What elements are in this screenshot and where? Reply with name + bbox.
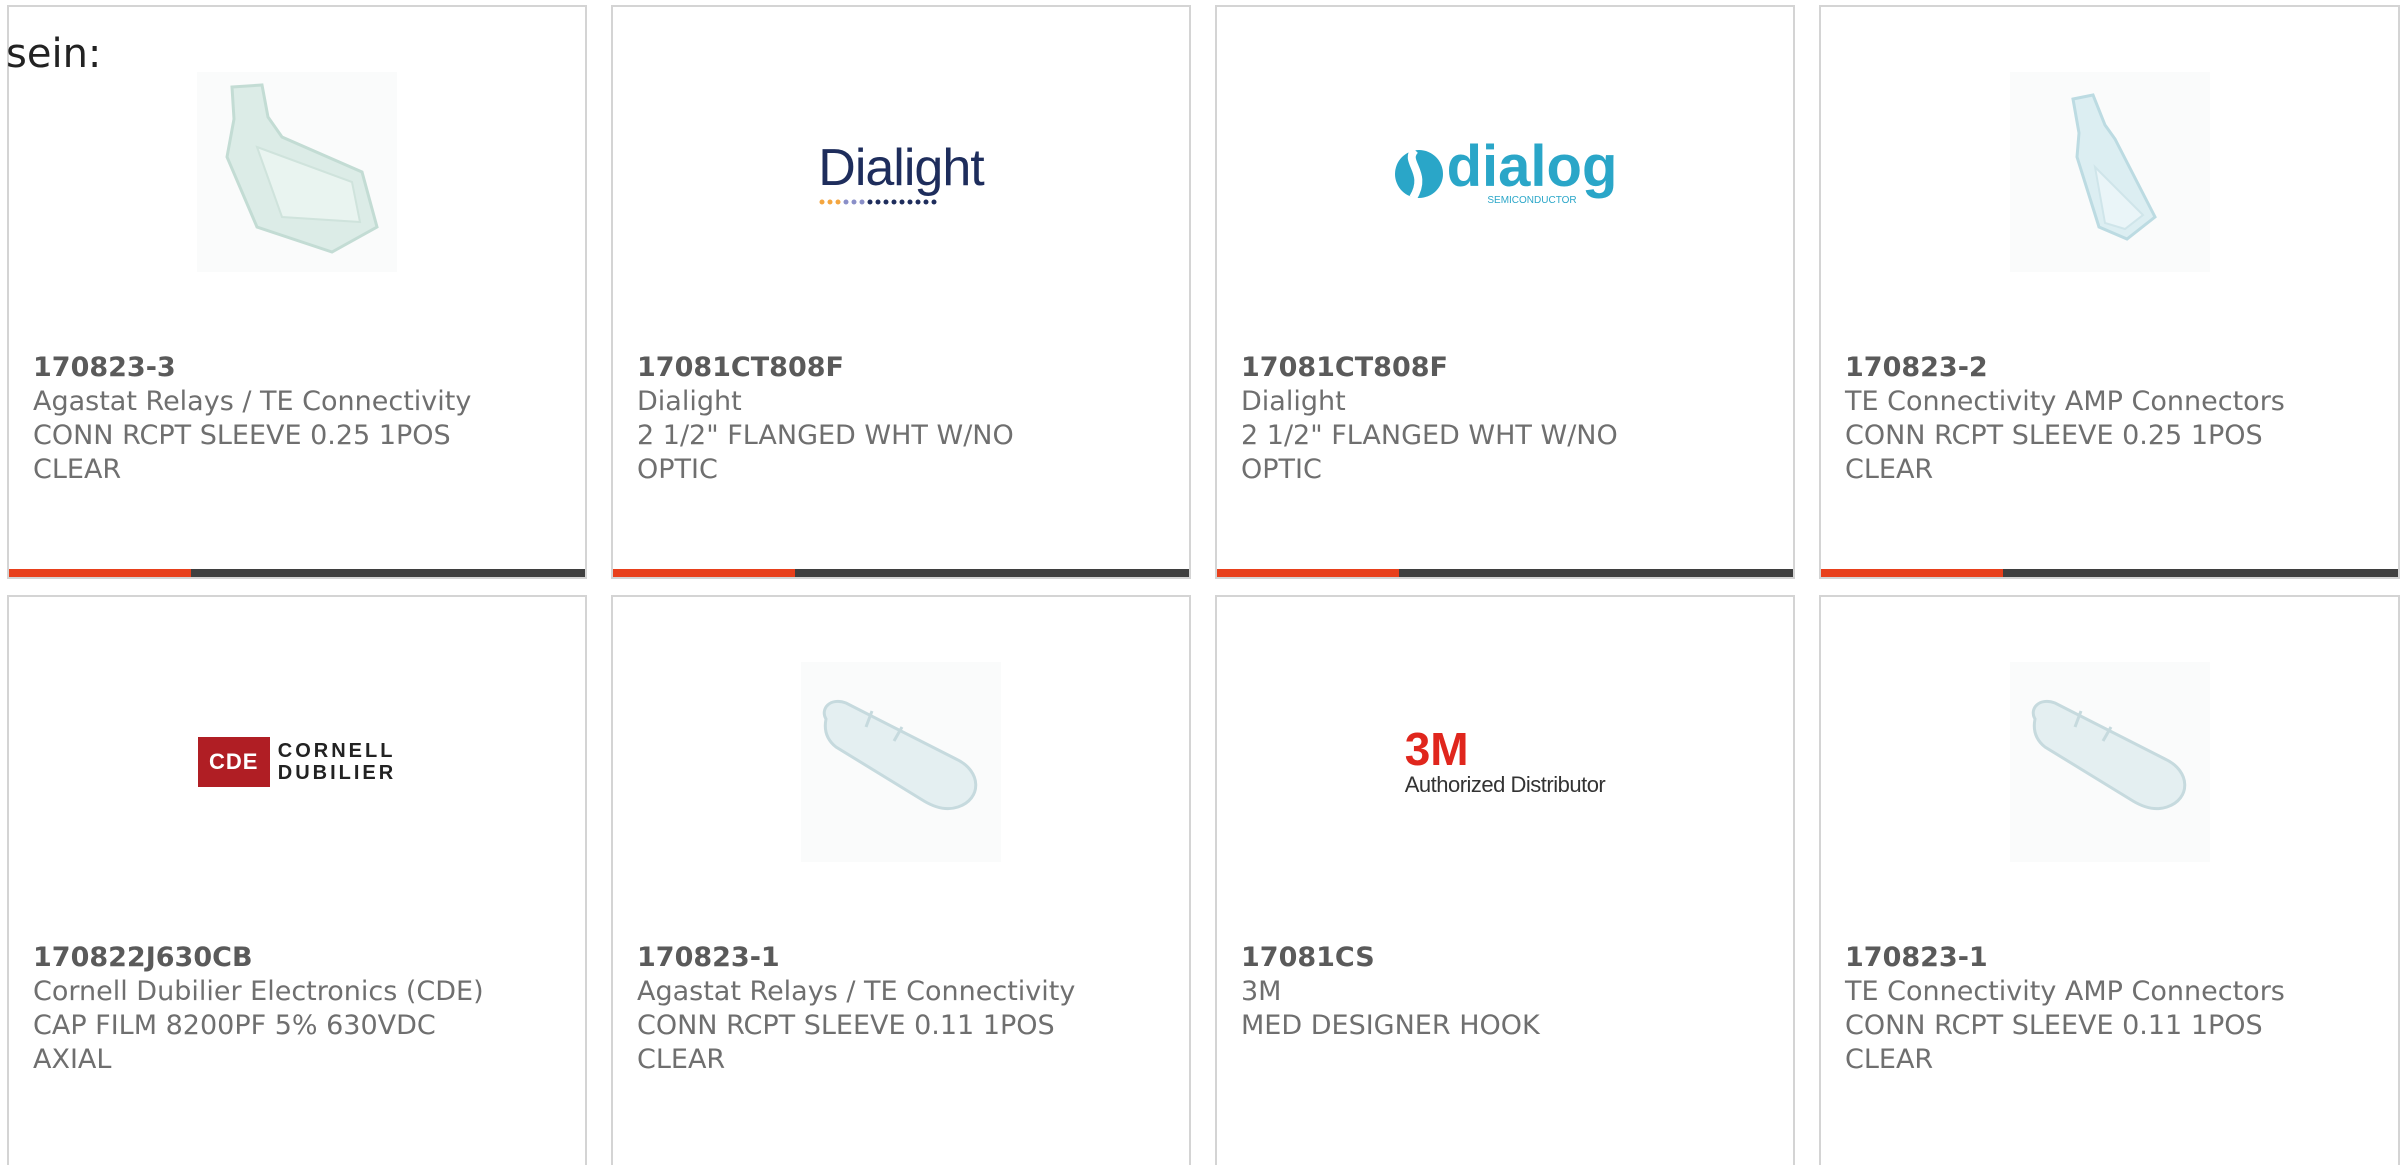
description: CLEAR [33, 454, 122, 485]
product-card[interactable]: 3M Authorized Distributor 17081CS 3M MED… [1215, 595, 1795, 1165]
product-image: CDE CORNELL DUBILIER [9, 597, 585, 927]
description: CLEAR [1845, 1044, 1934, 1075]
product-image [1821, 7, 2398, 337]
part-number[interactable]: 17081CT808F [637, 351, 1169, 385]
product-card[interactable]: CDE CORNELL DUBILIER 170822J630CB Cornel… [7, 595, 587, 1165]
product-image: Dialight [613, 7, 1189, 337]
description: CLEAR [637, 1044, 726, 1075]
clear-sleeve-icon [801, 662, 1001, 862]
manufacturer: TE Connectivity AMP Connectors [1845, 386, 2285, 417]
product-image: 3M Authorized Distributor [1217, 597, 1793, 927]
clear-sleeve-icon [197, 72, 397, 272]
card-bar [9, 569, 585, 577]
manufacturer: Dialight [1241, 386, 1346, 417]
part-number[interactable]: 170823-1 [637, 941, 1169, 975]
manufacturer: Agastat Relays / TE Connectivity [637, 976, 1076, 1007]
product-card[interactable]: 170823-2 TE Connectivity AMP Connectors … [1819, 5, 2400, 579]
clear-sleeve-icon [2009, 662, 2210, 862]
product-grid: 170823-3 Agastat Relays / TE Connectivit… [0, 0, 2400, 1165]
dialight-logo: Dialight [818, 138, 985, 206]
card-bar [1217, 569, 1793, 577]
product-card[interactable]: 170823-1 TE Connectivity AMP Connectors … [1819, 595, 2400, 1165]
description: 2 1/2" FLANGED WHT W/NO [1241, 420, 1618, 451]
product-image [613, 597, 1189, 927]
product-card[interactable]: 170823-1 Agastat Relays / TE Connectivit… [611, 595, 1191, 1165]
part-number[interactable]: 170822J630CB [33, 941, 565, 975]
description: CONN RCPT SLEEVE 0.25 1POS [1845, 420, 2263, 451]
part-number[interactable]: 170823-3 [33, 351, 565, 385]
product-image: dialog SEMICONDUCTOR [1217, 7, 1793, 337]
manufacturer: 3M [1241, 976, 1282, 1007]
manufacturer: Agastat Relays / TE Connectivity [33, 386, 472, 417]
description: CONN RCPT SLEEVE 0.25 1POS [33, 420, 451, 451]
product-image [1821, 597, 2398, 927]
part-number[interactable]: 17081CT808F [1241, 351, 1773, 385]
description: CONN RCPT SLEEVE 0.11 1POS [637, 1010, 1055, 1041]
part-number[interactable]: 170823-1 [1845, 941, 2378, 975]
part-number[interactable]: 17081CS [1241, 941, 1773, 975]
3m-logo: 3M Authorized Distributor [1404, 723, 1606, 797]
description: 2 1/2" FLANGED WHT W/NO [637, 420, 1014, 451]
description: CLEAR [1845, 454, 1934, 485]
description: CAP FILM 8200PF 5% 630VDC [33, 1010, 436, 1041]
manufacturer: Dialight [637, 386, 742, 417]
card-bar [613, 569, 1189, 577]
manufacturer: TE Connectivity AMP Connectors [1845, 976, 2285, 1007]
description: MED DESIGNER HOOK [1241, 1010, 1540, 1041]
card-bar [1821, 569, 2398, 577]
description: OPTIC [637, 454, 718, 485]
description: CONN RCPT SLEEVE 0.11 1POS [1845, 1010, 2263, 1041]
cde-logo: CDE CORNELL DUBILIER [197, 737, 396, 787]
dialog-logo: dialog SEMICONDUCTOR [1393, 137, 1617, 206]
product-card[interactable]: dialog SEMICONDUCTOR 17081CT808F Dialigh… [1215, 5, 1795, 579]
description: OPTIC [1241, 454, 1322, 485]
product-card[interactable]: Dialight 17081CT808F Dialight 2 1/2" FLA… [611, 5, 1191, 579]
part-number[interactable]: 170823-2 [1845, 351, 2378, 385]
clear-sleeve-icon [2009, 72, 2210, 272]
intro-text: sein: [6, 31, 102, 77]
manufacturer: Cornell Dubilier Electronics (CDE) [33, 976, 484, 1007]
product-card[interactable]: 170823-3 Agastat Relays / TE Connectivit… [7, 5, 587, 579]
description: AXIAL [33, 1044, 112, 1075]
